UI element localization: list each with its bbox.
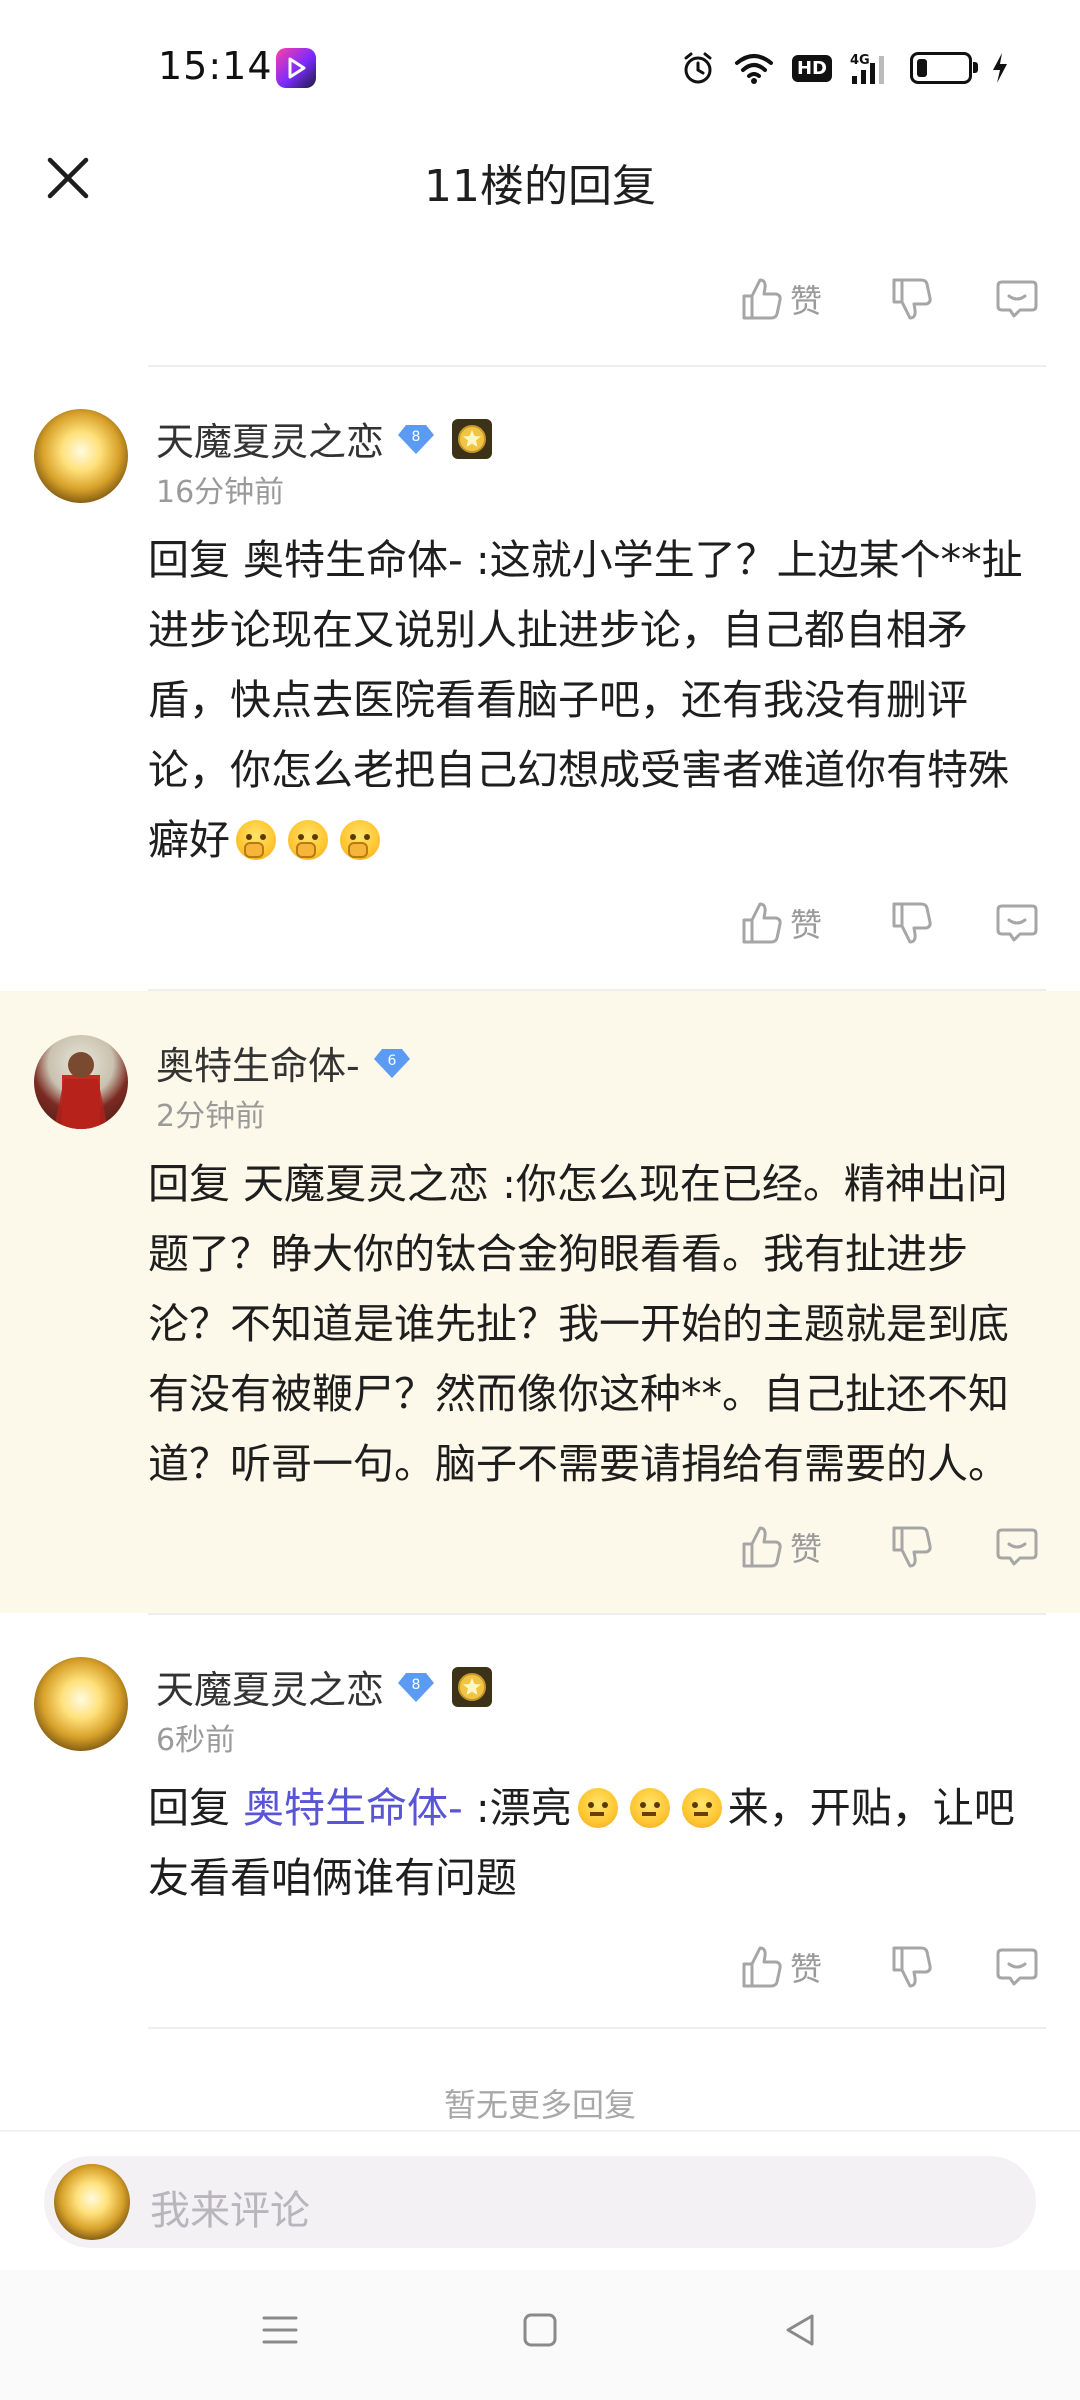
back-nav-button[interactable] bbox=[778, 2308, 822, 2356]
comment-bubble-icon bbox=[996, 1948, 1038, 1986]
medal-icon bbox=[452, 418, 493, 459]
comment-username[interactable]: 奥特生命体- 6 bbox=[156, 1035, 412, 1090]
covering-mouth-emoji-icon bbox=[340, 820, 380, 860]
battery-icon bbox=[910, 52, 978, 84]
level-number: 6 bbox=[387, 1053, 396, 1069]
status-time: 15:14 bbox=[158, 44, 273, 88]
home-nav-button[interactable] bbox=[518, 2308, 562, 2356]
comment-item-highlighted: 奥特生命体- 6 2分钟前 回复 天魔夏灵之恋 :你怎么现在已经。精神出问题了？… bbox=[0, 991, 1080, 1613]
dislike-button[interactable] bbox=[890, 900, 934, 946]
comment-item: 天魔夏灵之恋 8 16分钟前 回复 奥特生命体- :这就小学生了？上边某个**扯… bbox=[0, 367, 1080, 989]
level-number: 8 bbox=[412, 1677, 421, 1693]
no-more-replies: 暂无更多回复 bbox=[443, 2086, 636, 2124]
hd-badge: HD bbox=[791, 54, 832, 82]
angry-emoji-icon bbox=[681, 1788, 722, 1828]
status-bar: 15:14 HD 4G bbox=[0, 0, 1080, 140]
level-badge-icon: 8 bbox=[398, 1672, 435, 1702]
comment-time: 16分钟前 bbox=[156, 475, 285, 510]
comment-username[interactable]: 天魔夏灵之恋 8 bbox=[156, 411, 493, 466]
page-title: 11楼的回复 bbox=[424, 161, 656, 212]
cellular-signal-icon: 4G bbox=[850, 53, 884, 84]
avatar[interactable] bbox=[34, 1657, 128, 1751]
post-actions: 赞 bbox=[740, 269, 1040, 329]
system-navigation-bar bbox=[0, 2270, 1080, 2400]
thumbs-down-icon bbox=[892, 1526, 932, 1568]
comment-text: 回复 天魔夏灵之恋 :你怎么现在已经。精神出问题了？睁大你的钛合金狗眼看看。我有… bbox=[148, 1160, 1009, 1488]
username-text: 奥特生命体- bbox=[156, 1044, 360, 1088]
avatar[interactable] bbox=[34, 1035, 128, 1129]
covering-mouth-emoji-icon bbox=[288, 820, 328, 860]
like-button[interactable]: 赞 bbox=[740, 276, 850, 322]
angry-emoji-icon bbox=[629, 1788, 670, 1828]
like-button[interactable]: 赞 bbox=[740, 1944, 850, 1990]
home-square-icon bbox=[523, 2313, 557, 2347]
like-button[interactable]: 赞 bbox=[740, 900, 850, 946]
thumbs-down-icon bbox=[892, 278, 932, 320]
username-text: 天魔夏灵之恋 bbox=[156, 420, 385, 464]
like-label: 赞 bbox=[790, 1950, 823, 1988]
charging-icon bbox=[993, 53, 1007, 83]
comment-input[interactable]: 我来评论 bbox=[44, 2156, 1036, 2248]
dislike-button[interactable] bbox=[890, 276, 934, 322]
comment-time: 6秒前 bbox=[156, 1723, 236, 1758]
comment-bubble-icon bbox=[996, 1528, 1038, 1566]
menu-icon bbox=[262, 2316, 298, 2344]
reply-button[interactable] bbox=[994, 1944, 1040, 1990]
like-label: 赞 bbox=[790, 906, 823, 944]
menu-nav-button[interactable] bbox=[258, 2308, 302, 2356]
like-label: 赞 bbox=[790, 282, 823, 320]
divider bbox=[148, 2027, 1046, 2029]
thumbs-up-icon bbox=[742, 1946, 782, 1988]
my-avatar bbox=[54, 2164, 130, 2240]
username-text: 天魔夏灵之恋 bbox=[156, 1668, 385, 1712]
back-triangle-icon bbox=[786, 2314, 814, 2346]
comment-item: 天魔夏灵之恋 8 6秒前 回复 奥特生命体- :漂亮 来，开贴，让吧友看看咱俩谁有… bbox=[0, 1615, 1080, 2025]
comment-text-part: :漂亮 bbox=[462, 1784, 572, 1832]
angry-emoji-icon bbox=[577, 1788, 618, 1828]
comment-actions: 赞 bbox=[740, 1517, 1040, 1577]
like-label: 赞 bbox=[790, 1530, 823, 1568]
comment-username[interactable]: 天魔夏灵之恋 8 bbox=[156, 1659, 493, 1714]
thumbs-up-icon bbox=[742, 1526, 782, 1568]
thumbs-up-icon bbox=[742, 902, 782, 944]
alarm-icon bbox=[684, 52, 712, 84]
dislike-button[interactable] bbox=[890, 1944, 934, 1990]
medal-icon bbox=[452, 1666, 493, 1707]
level-badge-icon: 6 bbox=[373, 1048, 410, 1078]
comment-bubble-icon bbox=[996, 904, 1038, 942]
comment-input-placeholder: 我来评论 bbox=[150, 2188, 310, 2234]
comment-text: 回复 奥特生命体- :这就小学生了？上边某个**扯进步论现在又说别人扯进步论，自… bbox=[148, 525, 1038, 875]
comment-bubble-icon bbox=[996, 280, 1038, 318]
avatar[interactable] bbox=[34, 409, 128, 503]
level-number: 8 bbox=[412, 429, 421, 445]
reply-button[interactable] bbox=[994, 276, 1040, 322]
thumbs-down-icon bbox=[892, 1946, 932, 1988]
dislike-button[interactable] bbox=[890, 1524, 934, 1570]
like-button[interactable]: 赞 bbox=[740, 1524, 850, 1570]
thumbs-down-icon bbox=[892, 902, 932, 944]
comment-actions: 赞 bbox=[740, 893, 1040, 953]
reply-button[interactable] bbox=[994, 900, 1040, 946]
comment-actions: 赞 bbox=[740, 1937, 1040, 1997]
wifi-icon bbox=[734, 54, 773, 84]
thumbs-up-icon bbox=[742, 278, 782, 320]
svg-text:4G: 4G bbox=[850, 53, 870, 68]
comment-time: 2分钟前 bbox=[156, 1099, 266, 1134]
reply-button[interactable] bbox=[994, 1524, 1040, 1570]
reply-target-link[interactable]: 奥特生命体- bbox=[243, 1784, 463, 1832]
comment-text-body: 回复 奥特生命体- :这就小学生了？上边某个**扯进步论现在又说别人扯进步论，自… bbox=[148, 536, 1023, 864]
app-notification-icon bbox=[276, 48, 316, 88]
comment-composer-bar: 我来评论 bbox=[0, 2130, 1080, 2272]
comment-text: 回复 奥特生命体- :漂亮 来，开贴，让吧友看看咱俩谁有问题 bbox=[148, 1773, 1038, 1913]
level-badge-icon: 8 bbox=[398, 424, 435, 454]
covering-mouth-emoji-icon bbox=[236, 820, 276, 860]
reply-prefix: 回复 bbox=[148, 1784, 244, 1832]
status-icons: HD 4G bbox=[680, 48, 1010, 88]
header: 11楼的回复 bbox=[0, 120, 1080, 230]
